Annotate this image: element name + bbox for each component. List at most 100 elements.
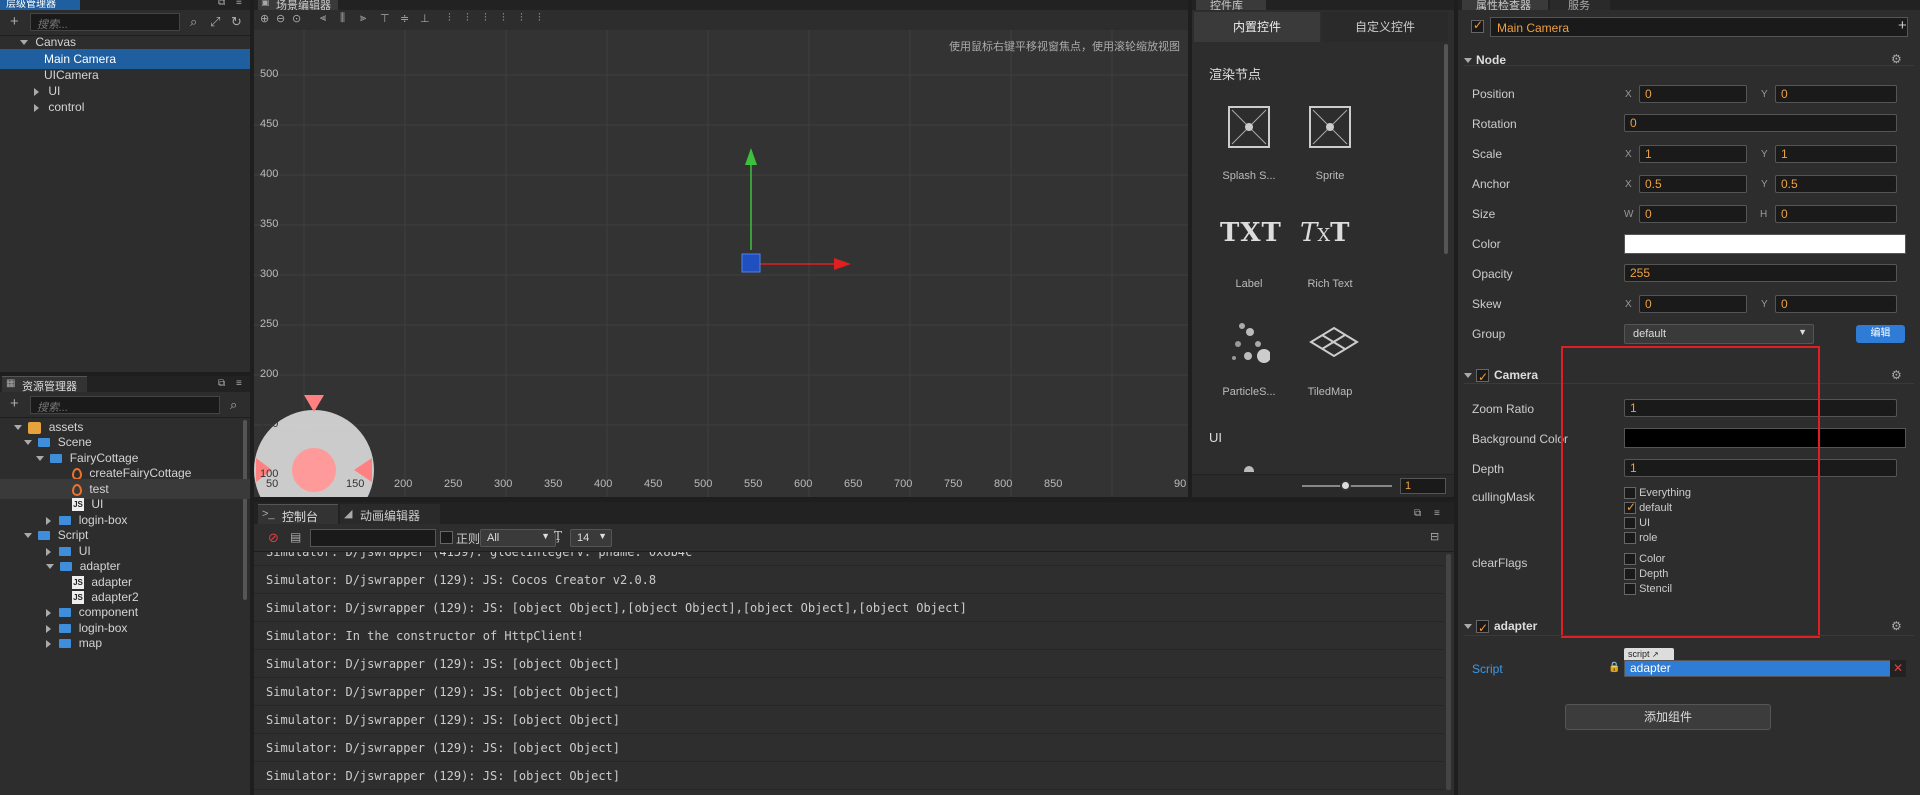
tab-custom-widgets[interactable]: 自定义控件	[1322, 12, 1448, 42]
skew-x-input[interactable]: 0	[1639, 295, 1747, 313]
color-swatch[interactable]	[1624, 234, 1906, 254]
adapter-enabled-checkbox[interactable]	[1476, 618, 1489, 638]
refresh-icon[interactable]: ↻	[231, 14, 242, 30]
console-menu-icon[interactable]: ≡	[1434, 506, 1440, 522]
gear-icon[interactable]: ⚙	[1891, 619, 1902, 633]
size-h-input[interactable]: 0	[1775, 205, 1897, 223]
assets-search-input[interactable]: 搜索...	[30, 396, 220, 414]
skew-y-input[interactable]: 0	[1775, 295, 1897, 313]
font-size-select[interactable]: 14 ▼	[570, 529, 612, 547]
open-log-icon[interactable]: ▤	[290, 530, 301, 544]
tiledmap-icon[interactable]	[1309, 322, 1359, 364]
clear-console-icon[interactable]: ⊘	[268, 530, 279, 546]
group-select[interactable]: default ▼	[1624, 324, 1814, 344]
expand-arrow-icon[interactable]	[36, 456, 44, 462]
widget-scrollbar[interactable]	[1444, 44, 1448, 254]
gear-icon[interactable]: ⚙	[1891, 368, 1902, 382]
tab-services[interactable]: 服务	[1550, 0, 1610, 10]
hierarchy-tab[interactable]: 层级管理器	[0, 0, 80, 10]
gear-icon[interactable]: ⚙	[1891, 52, 1902, 66]
align-vcenter-icon[interactable]: ≑	[400, 12, 409, 25]
asset-item-map[interactable]: map	[0, 633, 250, 653]
hierarchy-search-input[interactable]: 搜索...	[30, 13, 180, 31]
node-active-checkbox[interactable]	[1471, 18, 1484, 33]
expand-icon[interactable]: ⤢	[210, 14, 220, 30]
add-asset-icon[interactable]: +	[10, 396, 19, 412]
rich-text-widget-icon[interactable]: TXT	[1300, 218, 1350, 248]
add-icon[interactable]: +	[1898, 17, 1907, 34]
scale-x-input[interactable]: 1	[1639, 145, 1747, 163]
scene-tab[interactable]: ▣ 场景编辑器	[258, 0, 338, 10]
sprite-icon[interactable]	[1309, 106, 1351, 148]
camera-enabled-checkbox[interactable]	[1476, 367, 1489, 387]
label-widget-icon[interactable]: TXT	[1220, 218, 1282, 248]
zoom-out-icon[interactable]: ⊖	[276, 12, 285, 25]
adapter-section-header[interactable]: adapter	[1458, 616, 1920, 638]
search-icon[interactable]: ⌕	[230, 397, 237, 413]
expand-arrow-icon[interactable]	[24, 440, 32, 446]
align-bottom-icon[interactable]: ⊥	[420, 12, 430, 25]
collapse-arrow-icon[interactable]	[34, 103, 39, 112]
align-right-icon[interactable]: ⫸	[360, 12, 366, 25]
anchor-y-input[interactable]: 0.5	[1775, 175, 1897, 193]
expand-arrow-icon[interactable]	[14, 425, 22, 431]
collapse-arrow-icon[interactable]	[46, 624, 51, 633]
assets-menu-icon[interactable]: ≡	[236, 376, 242, 392]
collapse-arrow-icon[interactable]	[46, 608, 51, 617]
distribute-left-icon[interactable]: ⫶	[448, 12, 451, 25]
node-name-input[interactable]: Main Camera	[1490, 17, 1908, 37]
search-icon[interactable]: ⌕	[190, 14, 197, 30]
expand-arrow-icon[interactable]	[24, 533, 32, 539]
console-popout-icon[interactable]: ⧉	[1414, 506, 1421, 522]
zoom-in-icon[interactable]: ⊕	[260, 12, 269, 25]
widget-zoom-input[interactable]: 1	[1400, 478, 1446, 494]
particle-system-icon[interactable]	[1228, 322, 1271, 364]
scene-grid[interactable]	[254, 30, 1188, 497]
node-section-header[interactable]: Node	[1458, 50, 1920, 70]
tab-builtin-widgets[interactable]: 内置控件	[1194, 12, 1320, 42]
edit-group-button[interactable]: 编辑	[1856, 325, 1905, 343]
distribute-hcenter-icon[interactable]: ⫶	[466, 12, 469, 25]
collapse-log-icon[interactable]: ⊟	[1430, 530, 1439, 543]
tab-animation-editor[interactable]: ◢ 动画编辑器	[340, 504, 440, 524]
align-left-icon[interactable]: ⫷	[320, 12, 326, 25]
widget-library-tab[interactable]: 控件库	[1196, 0, 1266, 10]
rotation-input[interactable]: 0	[1624, 114, 1897, 132]
widget-zoom-handle[interactable]	[1340, 480, 1351, 491]
opacity-input[interactable]: 255	[1624, 264, 1897, 282]
anchor-x-input[interactable]: 0.5	[1639, 175, 1747, 193]
tree-item-control[interactable]: control	[0, 97, 250, 117]
add-component-button[interactable]: 添加组件	[1565, 704, 1771, 730]
assets-popout-icon[interactable]: ⧉	[218, 376, 225, 392]
console-log-area[interactable]: Simulator: D/jswrapper (4159): glGetInte…	[254, 552, 1444, 795]
console-scrollbar[interactable]	[1446, 554, 1451, 790]
external-link-icon[interactable]: ↗	[1652, 650, 1659, 659]
script-asset-field[interactable]: adapter	[1624, 660, 1904, 677]
distribute-vcenter-icon[interactable]: ⫶	[520, 12, 523, 25]
splash-sprite-icon[interactable]	[1228, 106, 1270, 148]
console-filter-input[interactable]	[310, 529, 436, 547]
log-level-select[interactable]: All ▼	[480, 529, 556, 547]
zoom-fit-icon[interactable]: ⊙	[292, 12, 301, 25]
distribute-top-icon[interactable]: ⫶	[502, 12, 505, 25]
expand-arrow-icon[interactable]	[20, 40, 28, 46]
collapse-arrow-icon[interactable]	[34, 87, 39, 96]
position-y-input[interactable]: 0	[1775, 85, 1897, 103]
distribute-bottom-icon[interactable]: ⫶	[538, 12, 541, 25]
size-w-input[interactable]: 0	[1639, 205, 1747, 223]
collapse-arrow-icon[interactable]	[46, 547, 51, 556]
align-top-icon[interactable]: ⊤	[380, 12, 390, 25]
collapse-arrow-icon[interactable]	[46, 516, 51, 525]
regex-checkbox[interactable]	[440, 531, 453, 544]
distribute-right-icon[interactable]: ⫶	[484, 12, 487, 25]
tab-inspector[interactable]: 属性检查器	[1462, 0, 1548, 10]
remove-script-icon[interactable]: ✕	[1890, 660, 1906, 677]
assets-tab[interactable]: ▦ 资源管理器	[2, 376, 87, 393]
position-x-input[interactable]: 0	[1639, 85, 1747, 103]
collapse-arrow-icon[interactable]	[46, 639, 51, 648]
align-hcenter-icon[interactable]: ⫼	[340, 12, 345, 25]
add-node-icon[interactable]: +	[10, 14, 19, 30]
expand-arrow-icon[interactable]	[46, 564, 54, 570]
scale-y-input[interactable]: 1	[1775, 145, 1897, 163]
tab-console[interactable]: >_ 控制台	[258, 504, 338, 524]
